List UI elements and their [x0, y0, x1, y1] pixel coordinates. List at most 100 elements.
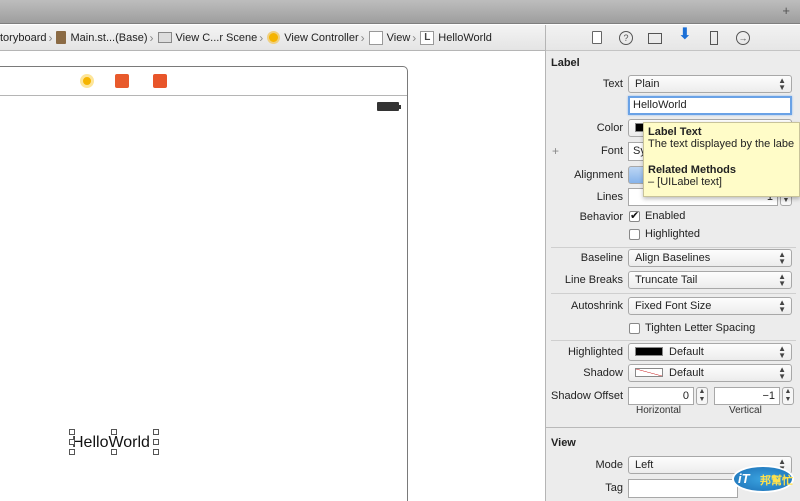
- autoshrink-popup[interactable]: Fixed Font Size ▲ ▼: [628, 297, 792, 315]
- baseline-label: Baseline: [580, 252, 623, 264]
- behavior-enabled-row: Behavior Enabled: [546, 208, 800, 228]
- breadcrumb-scene[interactable]: View C...r Scene ›: [157, 25, 268, 50]
- tighten-row: Tighten Letter Spacing: [546, 320, 800, 340]
- view-section-title: View: [551, 437, 576, 449]
- battery-icon: [377, 102, 401, 111]
- divider: [551, 247, 796, 248]
- breadcrumb-label: View C...r Scene: [175, 31, 258, 44]
- file-inspector-icon[interactable]: [592, 31, 602, 44]
- shadow-value: Default: [669, 367, 704, 379]
- breadcrumb-label[interactable]: L HelloWorld: [420, 25, 492, 50]
- resize-handle[interactable]: [111, 449, 117, 455]
- autoshrink-row: Autoshrink Fixed Font Size ▲ ▼: [546, 297, 800, 317]
- identity-inspector-icon[interactable]: [648, 33, 662, 44]
- scene-dock: [0, 67, 407, 96]
- resize-handle[interactable]: [153, 429, 159, 435]
- font-label: Font: [600, 145, 623, 157]
- shadow-color-popup[interactable]: Default ▲ ▼: [628, 364, 792, 382]
- line-breaks-popup[interactable]: Truncate Tail ▲ ▼: [628, 271, 792, 289]
- divider: [551, 340, 796, 341]
- view-controller-icon: [267, 31, 281, 44]
- attributes-inspector-icon[interactable]: ⬇: [676, 27, 694, 43]
- highlighted-color-row: Highlighted Default ▲ ▼: [546, 343, 800, 363]
- view-icon: [368, 30, 383, 45]
- section-divider: [546, 427, 800, 428]
- first-responder-icon[interactable]: [115, 74, 129, 88]
- storyboard-file-icon: [56, 31, 67, 44]
- watermark-cn: 邦幫忙: [760, 475, 793, 487]
- breadcrumb-label: View Controller: [284, 31, 359, 44]
- resize-handle[interactable]: [69, 449, 75, 455]
- color-label: Color: [596, 122, 623, 134]
- highlighted-color-value: Default: [669, 346, 704, 358]
- color-swatch: [635, 347, 663, 356]
- size-inspector-icon[interactable]: [710, 31, 718, 45]
- tooltip-title: Label Text: [648, 126, 702, 138]
- attributes-inspector: ? ⬇ → Label Text Plain ▲ ▼ HelloWorld Col…: [545, 25, 800, 501]
- alignment-label: Alignment: [574, 169, 623, 181]
- breadcrumb-label-text: HelloWorld: [438, 31, 492, 44]
- shadow-vertical-field[interactable]: −1: [714, 387, 780, 405]
- shadow-row: Shadow Default ▲ ▼: [546, 364, 800, 384]
- popup-arrows-icon: ▲▼: [778, 76, 786, 92]
- baseline-popup[interactable]: Align Baselines ▲ ▼: [628, 249, 792, 267]
- shadow-horizontal-field[interactable]: 0: [628, 387, 694, 405]
- text-input[interactable]: HelloWorld: [628, 96, 792, 115]
- enabled-checkbox[interactable]: [629, 209, 640, 222]
- chevron-right-icon: ›: [259, 30, 264, 45]
- tag-field[interactable]: [628, 479, 738, 498]
- popup-arrows-icon: ▲▼: [778, 344, 786, 360]
- tooltip-description: The text displayed by the labe: [648, 138, 795, 150]
- resize-handle[interactable]: [69, 439, 75, 445]
- resize-handle[interactable]: [153, 449, 159, 455]
- line-breaks-row: Line Breaks Truncate Tail ▲ ▼: [546, 271, 800, 291]
- breadcrumb-label: toryboard: [0, 31, 47, 44]
- jump-bar: toryboard › Main.st...(Base) › View C...r …: [0, 25, 545, 51]
- popup-arrows-icon: ▲▼: [778, 250, 786, 266]
- storyboard-canvas[interactable]: HelloWorld: [0, 52, 545, 501]
- shadow-horizontal-stepper[interactable]: ▲ ▼: [696, 387, 708, 405]
- shadow-label: Shadow: [583, 367, 623, 379]
- divider: [551, 293, 796, 294]
- view-controller-scene[interactable]: [0, 66, 408, 501]
- resize-handle[interactable]: [111, 429, 117, 435]
- watermark-it: iT: [738, 471, 750, 486]
- quick-help-icon[interactable]: ?: [619, 31, 633, 45]
- highlighted-color-popup[interactable]: Default ▲ ▼: [628, 343, 792, 361]
- add-icon[interactable]: +: [782, 3, 790, 19]
- tooltip-spacer: [648, 150, 795, 164]
- breadcrumb-label: View: [386, 31, 411, 44]
- shadow-vertical-value: −1: [762, 390, 775, 402]
- baseline-value: Align Baselines: [635, 252, 711, 264]
- shadow-offset-label: Shadow Offset: [551, 390, 623, 402]
- breadcrumb-view-controller[interactable]: View Controller ›: [267, 25, 368, 50]
- autoshrink-label: Autoshrink: [571, 300, 623, 312]
- exit-icon[interactable]: [153, 74, 167, 88]
- add-variation-icon[interactable]: +: [552, 144, 559, 158]
- inspector-tab-bar: ? ⬇ →: [546, 25, 800, 51]
- chevron-right-icon: ›: [360, 30, 365, 45]
- autoshrink-value: Fixed Font Size: [635, 300, 712, 312]
- tighten-letter-spacing-checkbox[interactable]: [629, 323, 640, 334]
- view-controller-icon[interactable]: [80, 74, 94, 88]
- behavior-label: Behavior: [579, 211, 623, 223]
- baseline-row: Baseline Align Baselines ▲ ▼: [546, 249, 800, 269]
- chevron-right-icon: ›: [48, 30, 53, 45]
- connections-inspector-icon[interactable]: →: [736, 31, 750, 45]
- shadow-vertical-stepper[interactable]: ▲ ▼: [782, 387, 794, 405]
- highlighted-checkbox[interactable]: [629, 229, 640, 240]
- resize-handle[interactable]: [153, 439, 159, 445]
- text-type-popup[interactable]: Plain ▲ ▼: [628, 75, 792, 93]
- popup-arrows-icon: ▲▼: [778, 272, 786, 288]
- breadcrumb-label: Main.st...(Base): [70, 31, 148, 44]
- breadcrumb-view[interactable]: View ›: [368, 25, 421, 50]
- scene-icon: [157, 32, 172, 43]
- text-label: Text: [602, 78, 623, 90]
- breadcrumb-storyboard[interactable]: toryboard ›: [0, 25, 56, 50]
- popup-arrows-icon: ▲▼: [778, 365, 786, 381]
- hello-world-label[interactable]: HelloWorld: [69, 429, 159, 455]
- breadcrumb-main-storyboard[interactable]: Main.st...(Base) ›: [56, 25, 157, 50]
- text-value-row: HelloWorld: [546, 96, 800, 116]
- tooltip-method: – [UILabel text]: [648, 176, 722, 188]
- resize-handle[interactable]: [69, 429, 75, 435]
